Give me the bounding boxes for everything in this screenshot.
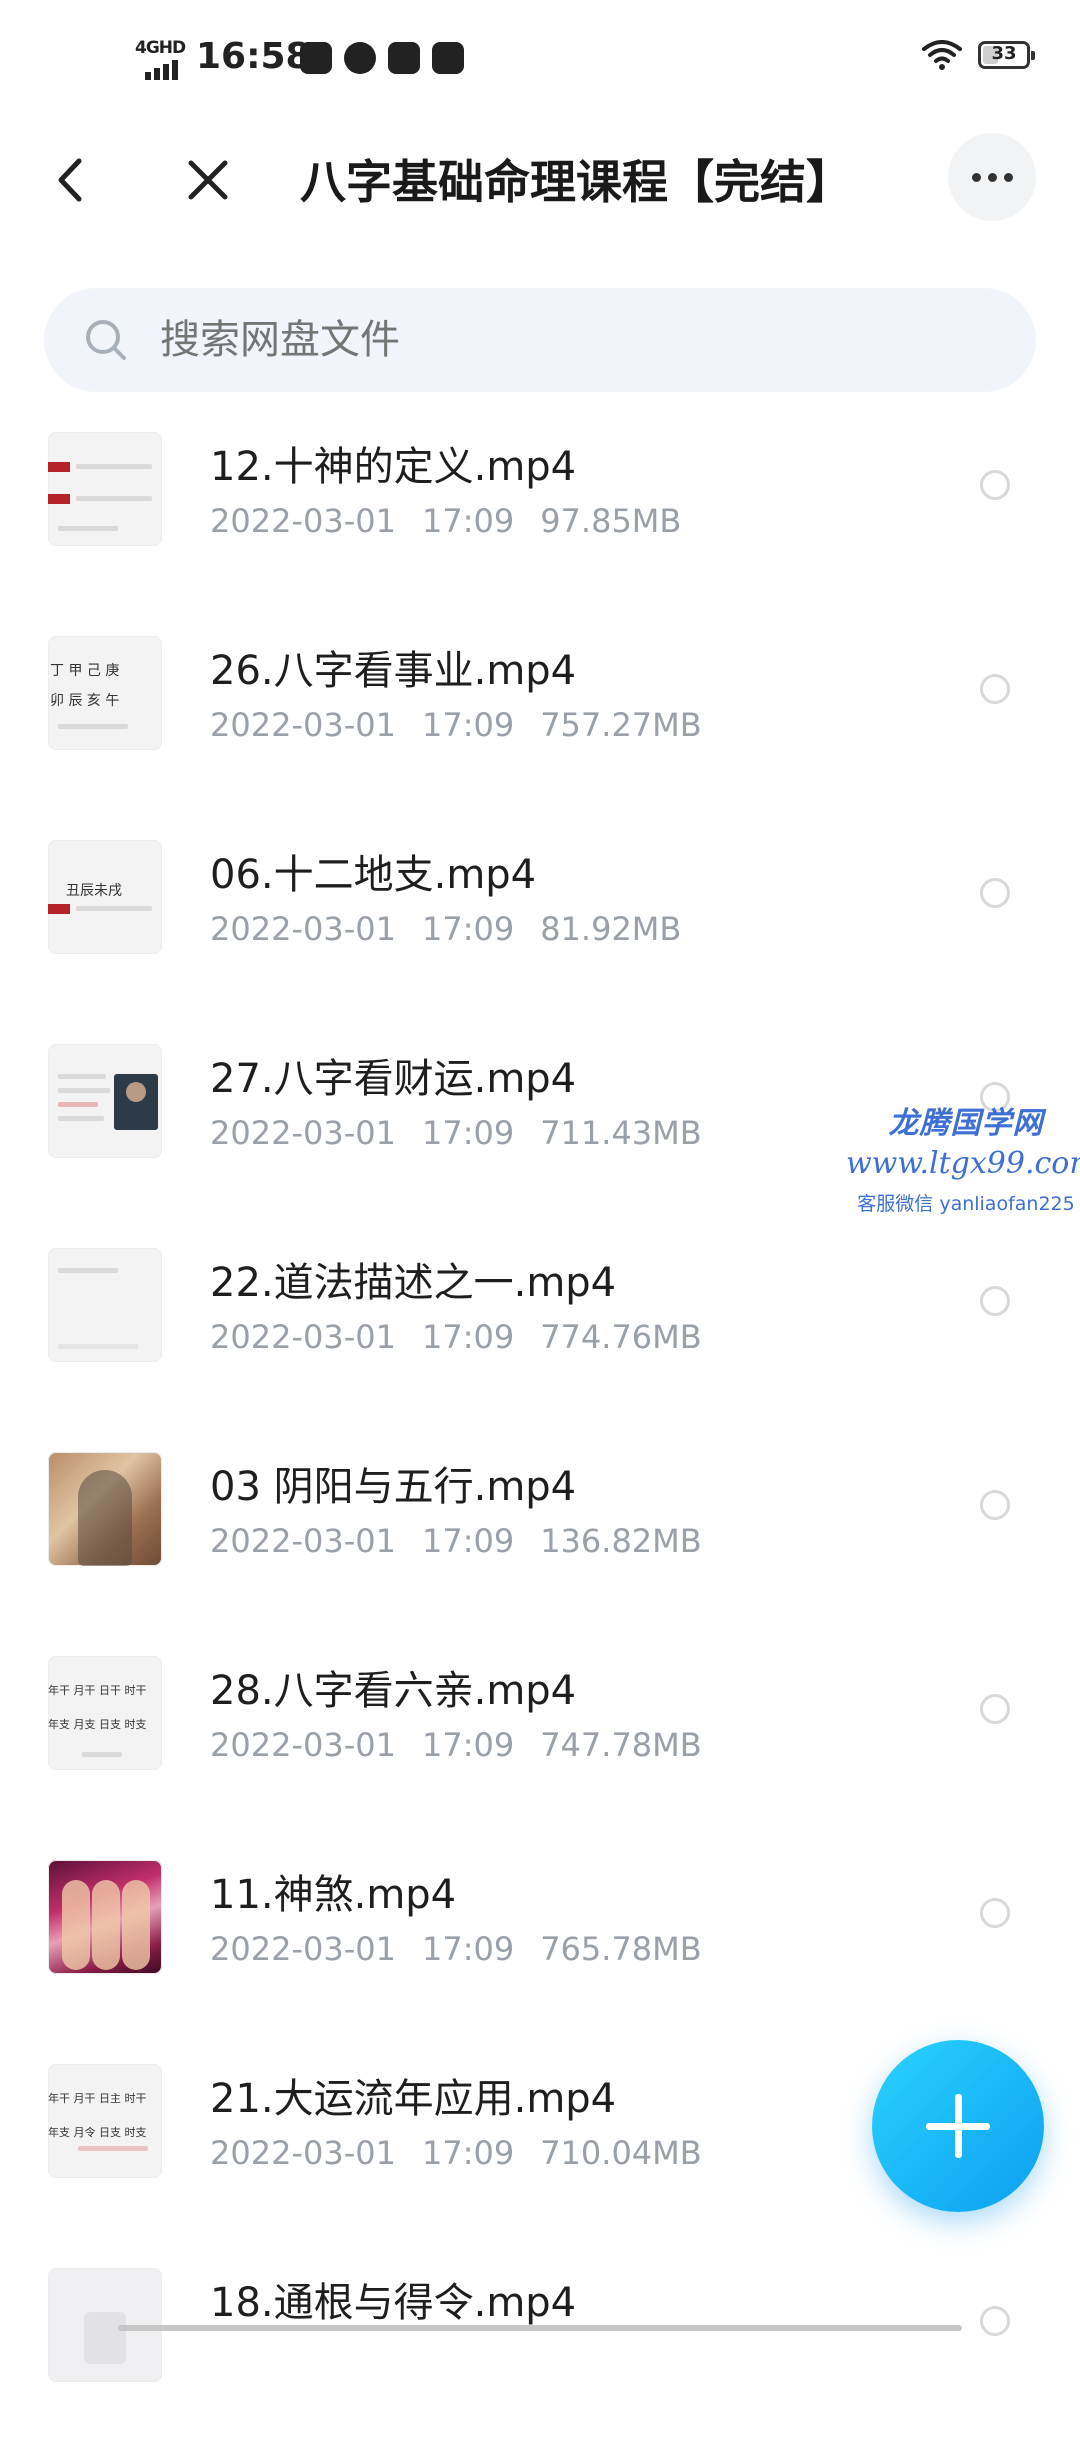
file-name: 18.通根与得令.mp4: [210, 2280, 577, 2326]
file-row[interactable]: 22.道法描述之一.mp4 2022-03-01 17:09 774.76MB: [0, 1236, 1080, 1440]
search-icon: [86, 320, 126, 360]
video-thumbnail: 丁 甲 己 庚 卯 辰 亥 午: [48, 636, 162, 750]
select-radio[interactable]: [980, 878, 1010, 908]
more-options-button[interactable]: [948, 133, 1036, 221]
file-name: 22.道法描述之一.mp4: [210, 1260, 617, 1306]
file-name: 27.八字看财运.mp4: [210, 1056, 577, 1102]
status-bar: 4GHD 16:58 33: [0, 0, 1080, 120]
file-row[interactable]: 12.十神的定义.mp4 2022-03-01 17:09 97.85MB: [0, 420, 1080, 624]
file-name: 11.神煞.mp4: [210, 1872, 457, 1918]
select-radio[interactable]: [980, 1694, 1010, 1724]
network-type: 4GHD: [135, 38, 186, 58]
file-name: 06.十二地支.mp4: [210, 852, 537, 898]
file-name: 26.八字看事业.mp4: [210, 648, 577, 694]
select-radio[interactable]: [980, 2306, 1010, 2336]
video-thumbnail: [48, 1452, 162, 1566]
battery-icon: 33: [978, 41, 1035, 69]
watermark-title: 龙腾国学网: [888, 1106, 1044, 1141]
video-thumbnail: [48, 1044, 162, 1158]
back-button[interactable]: [40, 150, 100, 210]
app-notification-icon: [300, 42, 332, 74]
file-row[interactable]: 丑辰未戌 06.十二地支.mp4 2022-03-01 17:09 81.92MB: [0, 828, 1080, 1032]
close-icon: [188, 160, 228, 200]
page-title: 八字基础命理课程【完结】: [300, 155, 852, 209]
search-bar[interactable]: [44, 288, 1036, 392]
file-row[interactable]: 03 阴阳与五行.mp4 2022-03-01 17:09 136.82MB: [0, 1440, 1080, 1644]
message-bubble-icon: [344, 42, 376, 74]
file-meta: 2022-03-01 17:09 774.76MB: [210, 1318, 702, 1356]
video-thumbnail: 年干 月干 日主 时干 年支 月令 日支 时支: [48, 2064, 162, 2178]
close-button[interactable]: [178, 150, 238, 210]
file-meta: 2022-03-01 17:09 97.85MB: [210, 502, 682, 540]
video-thumbnail: [48, 432, 162, 546]
video-thumbnail: [48, 1248, 162, 1362]
file-row[interactable]: 11.神煞.mp4 2022-03-01 17:09 765.78MB: [0, 1848, 1080, 2052]
file-meta: 2022-03-01 17:09 747.78MB: [210, 1726, 702, 1764]
file-row[interactable]: 18.通根与得令.mp4: [0, 2256, 1080, 2460]
file-name: 21.大运流年应用.mp4: [210, 2076, 617, 2122]
top-bar: 八字基础命理课程【完结】: [0, 120, 1080, 240]
file-row[interactable]: 丁 甲 己 庚 卯 辰 亥 午 26.八字看事业.mp4 2022-03-01 1…: [0, 624, 1080, 828]
notification-icons: [300, 42, 464, 74]
battery-level: 33: [991, 43, 1017, 64]
game-controller-icon: [432, 42, 464, 74]
add-button[interactable]: [872, 2040, 1044, 2212]
watermark-contact: 客服微信 yanliaofan225: [857, 1193, 1075, 1215]
file-meta: 2022-03-01 17:09 765.78MB: [210, 1930, 702, 1968]
file-meta: 2022-03-01 17:09 136.82MB: [210, 1522, 702, 1560]
gallery-icon: [388, 42, 420, 74]
watermark-url: www.ltgx99.com: [846, 1146, 1080, 1181]
search-input[interactable]: [160, 288, 960, 392]
select-radio[interactable]: [980, 470, 1010, 500]
cellular-signal-icon: 4GHD: [135, 38, 186, 80]
file-name: 03 阴阳与五行.mp4: [210, 1464, 577, 1510]
video-thumbnail: [48, 1860, 162, 1974]
select-radio[interactable]: [980, 1286, 1010, 1316]
clock: 16:58: [196, 36, 311, 77]
select-radio[interactable]: [980, 1490, 1010, 1520]
file-row[interactable]: 年干 月干 日干 时干 年支 月支 日支 时支 28.八字看六亲.mp4 202…: [0, 1644, 1080, 1848]
file-meta: 2022-03-01 17:09 710.04MB: [210, 2134, 702, 2172]
select-radio[interactable]: [980, 674, 1010, 704]
file-meta: 2022-03-01 17:09 81.92MB: [210, 910, 682, 948]
wifi-icon: [922, 40, 962, 70]
select-radio[interactable]: [980, 1898, 1010, 1928]
file-meta: 2022-03-01 17:09 757.27MB: [210, 706, 702, 744]
video-thumbnail: 年干 月干 日干 时干 年支 月支 日支 时支: [48, 1656, 162, 1770]
file-meta: 2022-03-01 17:09 711.43MB: [210, 1114, 702, 1152]
watermark: 龙腾国学网 www.ltgx99.com 客服微信 yanliaofan225: [846, 1098, 1080, 1216]
chevron-left-icon: [58, 158, 82, 202]
file-name: 12.十神的定义.mp4: [210, 444, 577, 490]
file-name: 28.八字看六亲.mp4: [210, 1668, 577, 1714]
video-thumbnail: 丑辰未戌: [48, 840, 162, 954]
home-indicator[interactable]: [118, 2325, 962, 2331]
